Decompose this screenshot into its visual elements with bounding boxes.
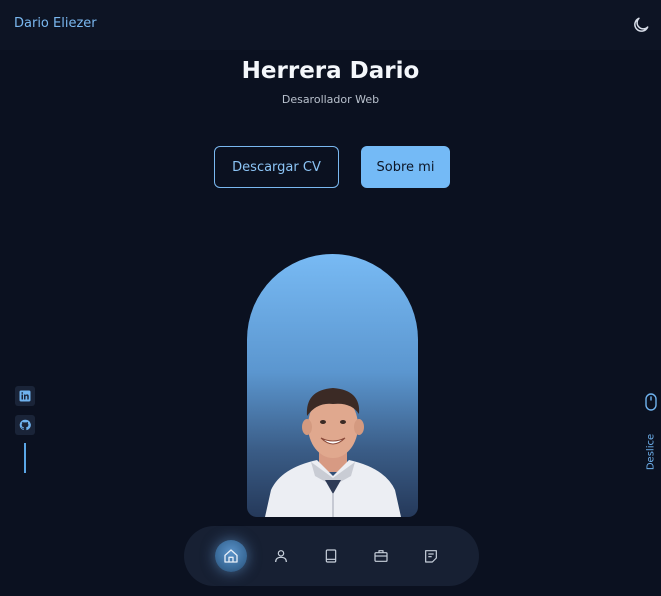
scroll-hint[interactable]: Deslice xyxy=(646,434,657,470)
page-title: Herrera Dario xyxy=(241,58,420,84)
briefcase-icon xyxy=(374,550,388,562)
book-icon xyxy=(325,549,337,563)
profile-photo xyxy=(247,254,418,517)
portfolio-page: Dario Eliezer Herrera Dario Desarollador… xyxy=(0,0,661,596)
page-subtitle: Desarollador Web xyxy=(281,93,380,106)
bottom-nav xyxy=(184,526,479,586)
social-divider xyxy=(24,443,26,473)
nav-contact[interactable] xyxy=(415,540,447,572)
linkedin-icon xyxy=(19,390,31,402)
mouse-icon xyxy=(645,393,657,411)
header: Dario Eliezer xyxy=(0,0,661,50)
linkedin-link[interactable] xyxy=(15,386,35,406)
nav-home[interactable] xyxy=(215,540,247,572)
message-icon xyxy=(425,550,437,563)
github-link[interactable] xyxy=(15,415,35,435)
nav-about[interactable] xyxy=(265,540,297,572)
moon-icon[interactable] xyxy=(631,15,651,35)
nav-portfolio[interactable] xyxy=(365,540,397,572)
download-cv-button[interactable]: Descargar CV xyxy=(214,146,339,188)
person-illustration xyxy=(265,388,401,517)
user-icon xyxy=(275,550,287,563)
home-icon xyxy=(224,549,238,563)
nav-resume[interactable] xyxy=(315,540,347,572)
github-icon xyxy=(19,419,31,431)
about-me-button[interactable]: Sobre mi xyxy=(361,146,450,188)
brand-logo[interactable]: Dario Eliezer xyxy=(14,16,97,31)
